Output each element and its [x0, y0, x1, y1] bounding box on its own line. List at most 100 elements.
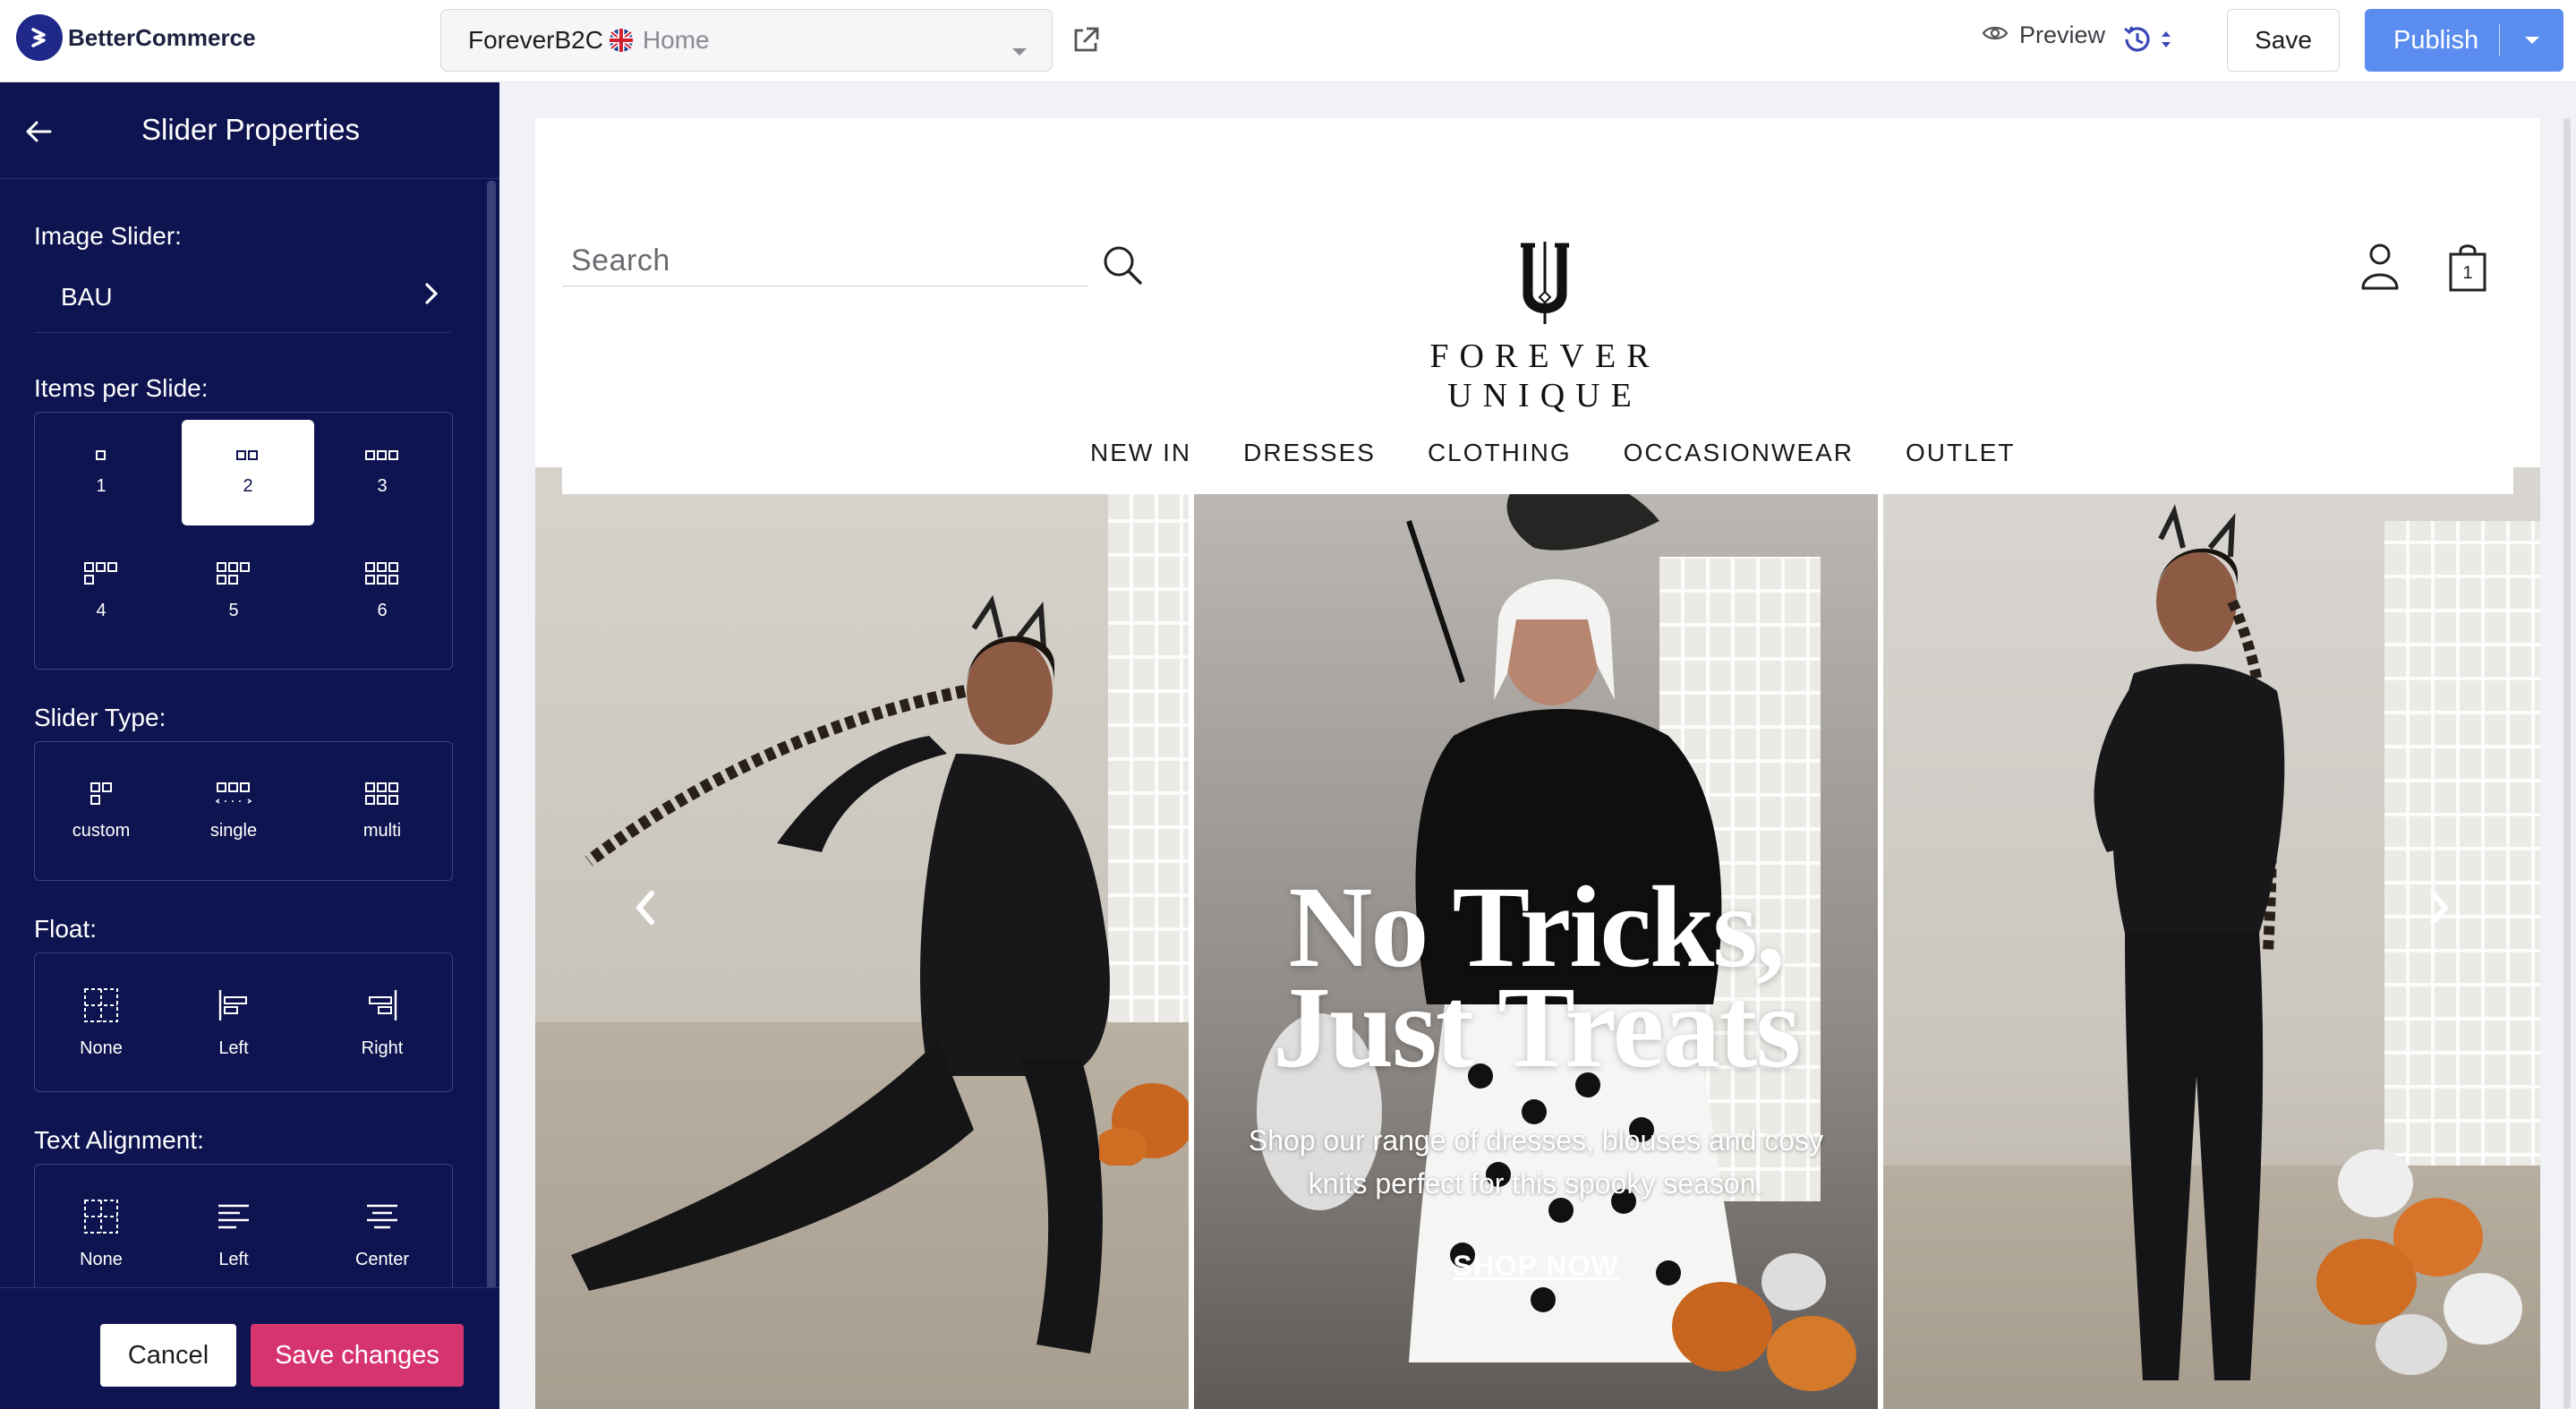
nav-item-new-in[interactable]: NEW IN: [1090, 439, 1191, 467]
nav-item-dresses[interactable]: DRESSES: [1243, 439, 1376, 467]
multi-slide-icon: [365, 781, 398, 805]
site-search-input[interactable]: Search: [562, 243, 1088, 286]
history-clock-icon: [2120, 21, 2155, 62]
text-align-option-label: Center: [354, 1249, 410, 1269]
nav-item-occasionwear[interactable]: OCCASIONWEAR: [1624, 439, 1854, 467]
preview-button[interactable]: Preview: [1982, 21, 2105, 49]
nav-item-clothing[interactable]: CLOTHING: [1428, 439, 1572, 467]
text-align-option-label: Left: [218, 1249, 249, 1269]
text-alignment-group: None Left Center: [34, 1164, 453, 1303]
properties-sidebar: Slider Properties Image Slider: BAU Item…: [0, 82, 499, 1409]
items-option-label: 3: [377, 475, 388, 496]
store-name: ForeverB2C: [468, 26, 603, 54]
slider-type-option-label: single: [209, 820, 258, 841]
slider-prev-arrow-icon[interactable]: [632, 888, 659, 932]
items-option-1[interactable]: 1: [35, 420, 167, 525]
items-option-label: 5: [228, 600, 239, 620]
items-option-5[interactable]: 5: [167, 538, 300, 644]
float-left[interactable]: Left: [167, 969, 300, 1075]
site-search-placeholder: Search: [571, 243, 670, 278]
text-align-option-label: None: [80, 1249, 123, 1269]
shop-now-link[interactable]: SHOP NOW: [1194, 1250, 1878, 1283]
slider-type-single[interactable]: single: [167, 758, 300, 864]
page-name: Home: [642, 26, 710, 54]
page-canvas: Search FOREVER UNIQUE 1 NEW IN DRESSES C…: [499, 82, 2576, 1409]
bettercommerce-logo-icon: [16, 14, 63, 61]
forever-unique-monogram-icon: [1330, 242, 1760, 324]
slider-type-custom[interactable]: custom: [35, 758, 167, 864]
slider-type-group: custom single multi: [34, 741, 453, 881]
slider-type-option-label: multi: [363, 820, 402, 841]
hero-subtext: Shop our range of dresses, blouses and c…: [1248, 1124, 1824, 1200]
slider-next-arrow-icon[interactable]: [2426, 888, 2452, 932]
sidebar-scrollbar[interactable]: [487, 181, 496, 1291]
image-slider-value: BAU: [61, 282, 113, 311]
eye-icon: [1982, 21, 2009, 49]
items-option-3[interactable]: 3: [316, 420, 448, 525]
one-square-icon: [96, 449, 106, 460]
items-option-2[interactable]: 2: [182, 420, 314, 525]
sidebar-footer: Cancel Save changes: [0, 1287, 499, 1409]
text-align-center-icon: [367, 1204, 397, 1228]
nav-item-outlet[interactable]: OUTLET: [1906, 439, 2015, 467]
sidebar-title: Slider Properties: [141, 113, 360, 146]
site-main-nav: NEW IN DRESSES CLOTHING OCCASIONWEAR OUT…: [1090, 439, 2015, 467]
publish-label: Publish: [2393, 25, 2479, 55]
back-arrow-icon[interactable]: [23, 118, 54, 149]
three-squares-icon: [365, 449, 398, 460]
float-label: Float:: [34, 915, 98, 943]
version-history-button[interactable]: [2120, 21, 2173, 62]
slider-type-multi[interactable]: multi: [316, 758, 448, 864]
image-slider-label: Image Slider:: [34, 222, 182, 250]
text-align-none-icon: [84, 1199, 118, 1234]
model-figure-1: [571, 594, 1110, 1353]
site-brand-name: FOREVER UNIQUE: [1429, 337, 1660, 414]
items-option-4[interactable]: 4: [35, 538, 167, 644]
five-squares-icon: [217, 561, 250, 585]
text-align-none[interactable]: None: [35, 1181, 167, 1286]
text-align-left-icon: [218, 1204, 249, 1228]
app-brand-name: BetterCommerce: [68, 23, 256, 51]
float-option-label: Right: [361, 1038, 404, 1058]
items-option-label: 4: [96, 600, 107, 620]
float-right[interactable]: Right: [316, 969, 448, 1075]
app-logo[interactable]: BetterCommerce: [16, 14, 256, 61]
items-option-label: 6: [377, 600, 388, 620]
six-squares-icon: [365, 561, 398, 585]
hero-headline-line2: Just Treats: [1272, 963, 1801, 1092]
publish-button[interactable]: Publish: [2365, 9, 2563, 72]
account-icon[interactable]: [2358, 242, 2402, 296]
items-per-slide-group: 1 2 3 4 5 6: [34, 412, 453, 670]
float-option-label: Left: [218, 1038, 249, 1058]
custom-layout-icon: [90, 781, 112, 805]
text-align-center[interactable]: Center: [316, 1181, 448, 1286]
site-page-selector[interactable]: ForeverB2C Home: [440, 9, 1053, 72]
chevron-down-icon: [1011, 35, 1028, 64]
save-button[interactable]: Save: [2227, 9, 2340, 72]
float-none-icon: [84, 987, 118, 1022]
chevron-right-icon: [424, 282, 439, 312]
publish-dropdown-icon[interactable]: [2500, 35, 2563, 46]
uk-flag-icon: [609, 28, 634, 53]
nav-underlay: [562, 467, 2513, 494]
search-icon[interactable]: [1101, 243, 1144, 291]
align-left-icon: [218, 989, 247, 1020]
text-align-left[interactable]: Left: [167, 1181, 300, 1286]
image-slider-select[interactable]: BAU: [34, 261, 451, 333]
shopping-bag-icon[interactable]: 1: [2447, 242, 2488, 296]
open-external-icon[interactable]: [1070, 25, 1101, 60]
site-preview: Search FOREVER UNIQUE 1 NEW IN DRESSES C…: [535, 118, 2540, 1409]
float-group: None Left Right: [34, 952, 453, 1092]
float-none[interactable]: None: [35, 969, 167, 1075]
save-changes-button[interactable]: Save changes: [251, 1324, 464, 1387]
cancel-button[interactable]: Cancel: [100, 1324, 236, 1387]
site-logo[interactable]: FOREVER UNIQUE: [1330, 242, 1760, 415]
slider-type-label: Slider Type:: [34, 704, 166, 731]
items-option-6[interactable]: 6: [316, 538, 448, 644]
items-per-slide-label: Items per Slide:: [34, 374, 209, 402]
canvas-scrollbar[interactable]: [2563, 118, 2571, 1409]
sort-arrows-icon: [2159, 27, 2173, 56]
items-option-label: 1: [96, 475, 107, 496]
align-right-icon: [369, 989, 397, 1020]
four-squares-icon: [84, 561, 117, 585]
